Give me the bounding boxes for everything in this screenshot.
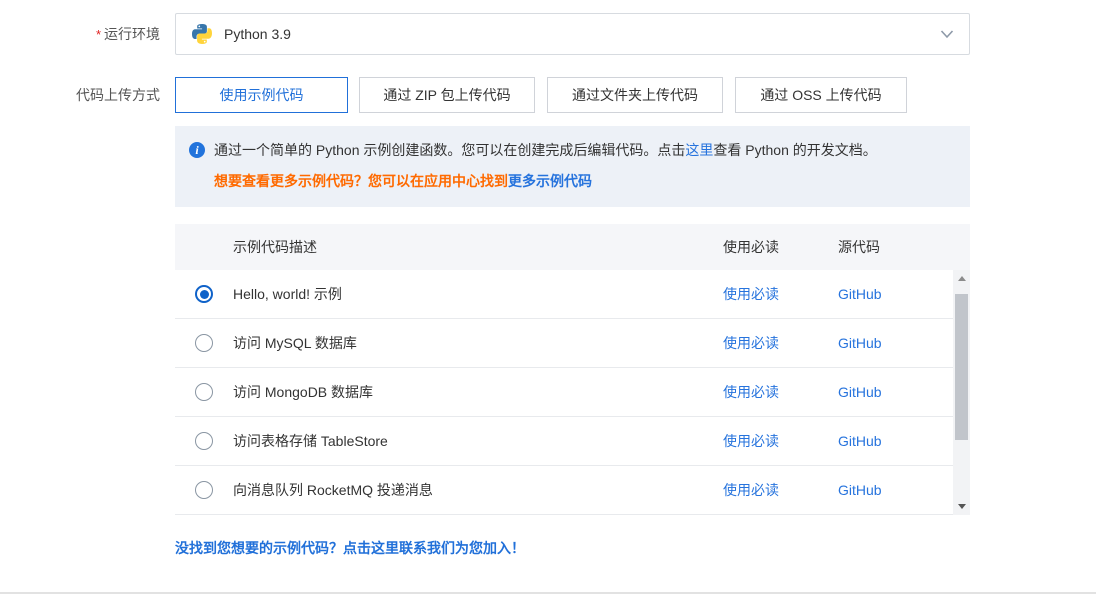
create-function-form: *运行环境 Python 3.9 代码上传方式 使用示例代码 通过 ZIP 包上… bbox=[0, 0, 1096, 558]
table-row: 向消息队列 RocketMQ 投递消息 使用必读 GitHub bbox=[175, 466, 970, 515]
table-row: 访问 MySQL 数据库 使用必读 GitHub bbox=[175, 319, 970, 368]
radio-hello-world[interactable] bbox=[195, 285, 213, 303]
sample-info-box: i 通过一个简单的 Python 示例创建函数。您可以在创建完成后编辑代码。点击… bbox=[175, 126, 970, 207]
must-read-link[interactable]: 使用必读 bbox=[723, 482, 779, 498]
info-icon: i bbox=[189, 142, 205, 158]
table-scrollbar[interactable] bbox=[953, 270, 970, 515]
info-text: 通过一个简单的 Python 示例创建函数。您可以在创建完成后编辑代码。点击这里… bbox=[214, 140, 877, 160]
runtime-label-text: 运行环境 bbox=[104, 26, 160, 42]
sample-description: 访问 MongoDB 数据库 bbox=[233, 382, 723, 402]
radio-mysql[interactable] bbox=[195, 334, 213, 352]
table-row: Hello, world! 示例 使用必读 GitHub bbox=[175, 270, 970, 319]
more-samples-text: 想要查看更多示例代码？您可以在应用中心找到 bbox=[214, 173, 508, 189]
must-read-link[interactable]: 使用必读 bbox=[723, 286, 779, 302]
github-link[interactable]: GitHub bbox=[838, 433, 882, 449]
upload-method-label: 代码上传方式 bbox=[0, 77, 175, 113]
info-text-after: 查看 Python 的开发文档。 bbox=[713, 142, 876, 158]
sample-description: 访问 MySQL 数据库 bbox=[233, 333, 723, 353]
sample-code-table: 示例代码描述 使用必读 源代码 Hello, world! 示例 使用必读 Gi… bbox=[175, 224, 970, 515]
tab-upload-zip[interactable]: 通过 ZIP 包上传代码 bbox=[359, 77, 535, 113]
sample-description: Hello, world! 示例 bbox=[233, 284, 723, 304]
radio-rocketmq[interactable] bbox=[195, 481, 213, 499]
runtime-select[interactable]: Python 3.9 bbox=[175, 13, 970, 55]
scrollbar-thumb[interactable] bbox=[955, 294, 968, 440]
scroll-down-button[interactable] bbox=[953, 498, 970, 515]
required-asterisk: * bbox=[96, 27, 101, 42]
scroll-down-icon bbox=[958, 504, 966, 509]
runtime-row: *运行环境 Python 3.9 bbox=[0, 13, 1096, 56]
more-samples-notice: 想要查看更多示例代码？您可以在应用中心找到更多示例代码 bbox=[214, 171, 954, 191]
scrollbar-track[interactable] bbox=[953, 287, 970, 498]
python-icon bbox=[192, 24, 212, 44]
github-link[interactable]: GitHub bbox=[838, 482, 882, 498]
header-description: 示例代码描述 bbox=[233, 237, 723, 257]
runtime-selected-value: Python 3.9 bbox=[224, 26, 939, 42]
radio-tablestore[interactable] bbox=[195, 432, 213, 450]
runtime-label: *运行环境 bbox=[0, 13, 175, 56]
sample-description: 向消息队列 RocketMQ 投递消息 bbox=[233, 480, 723, 500]
table-row: 访问 MongoDB 数据库 使用必读 GitHub bbox=[175, 368, 970, 417]
tab-upload-oss[interactable]: 通过 OSS 上传代码 bbox=[735, 77, 907, 113]
scroll-up-icon bbox=[958, 276, 966, 281]
bottom-divider bbox=[0, 592, 1096, 594]
upload-method-tabs: 使用示例代码 通过 ZIP 包上传代码 通过文件夹上传代码 通过 OSS 上传代… bbox=[175, 77, 970, 113]
info-text-before: 通过一个简单的 Python 示例创建函数。您可以在创建完成后编辑代码。点击 bbox=[214, 142, 685, 158]
scroll-up-button[interactable] bbox=[953, 270, 970, 287]
github-link[interactable]: GitHub bbox=[838, 335, 882, 351]
github-link[interactable]: GitHub bbox=[838, 384, 882, 400]
header-must-read: 使用必读 bbox=[723, 237, 838, 257]
must-read-link[interactable]: 使用必读 bbox=[723, 335, 779, 351]
sample-description: 访问表格存储 TableStore bbox=[233, 431, 723, 451]
must-read-link[interactable]: 使用必读 bbox=[723, 384, 779, 400]
table-row: 访问表格存储 TableStore 使用必读 GitHub bbox=[175, 417, 970, 466]
header-source: 源代码 bbox=[838, 237, 953, 257]
tab-upload-folder[interactable]: 通过文件夹上传代码 bbox=[547, 77, 723, 113]
radio-mongodb[interactable] bbox=[195, 383, 213, 401]
table-header-row: 示例代码描述 使用必读 源代码 bbox=[175, 224, 970, 270]
more-samples-link[interactable]: 更多示例代码 bbox=[508, 173, 592, 189]
upload-method-row: 代码上传方式 使用示例代码 通过 ZIP 包上传代码 通过文件夹上传代码 通过 … bbox=[0, 77, 1096, 558]
chevron-down-icon bbox=[939, 26, 955, 42]
contact-us-note[interactable]: 没找到您想要的示例代码？点击这里联系我们为您加入！ bbox=[175, 538, 970, 558]
tab-use-sample-code[interactable]: 使用示例代码 bbox=[175, 77, 348, 113]
github-link[interactable]: GitHub bbox=[838, 286, 882, 302]
must-read-link[interactable]: 使用必读 bbox=[723, 433, 779, 449]
docs-here-link[interactable]: 这里 bbox=[685, 142, 713, 158]
